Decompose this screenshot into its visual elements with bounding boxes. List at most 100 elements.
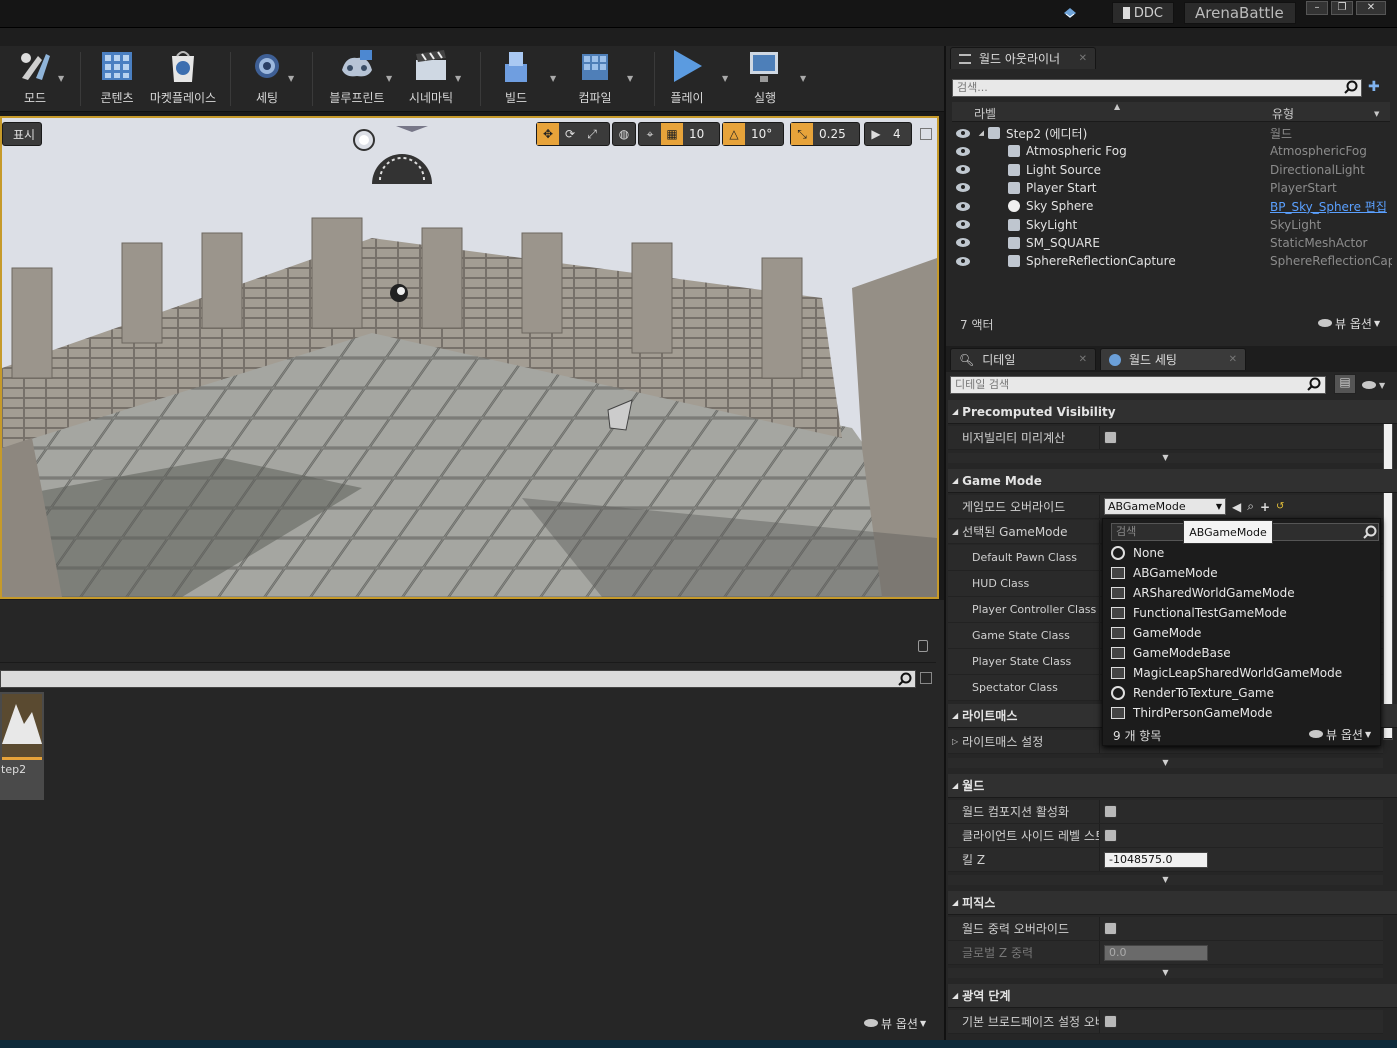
toolbar-blueprint-button[interactable]: 블루프린트 [322, 46, 392, 112]
toolbar-launch-button[interactable]: 실행 [740, 46, 790, 112]
prop-lightmass-settings-label[interactable]: ▷ 라이트매스 설정 [948, 730, 1100, 753]
details-view-options-icon[interactable]: ▼ [1362, 380, 1392, 390]
browse-icon[interactable]: ⌕ [1247, 499, 1254, 514]
chevron-down-icon[interactable]: ▼ [1374, 110, 1379, 118]
search-icon[interactable] [898, 672, 912, 686]
prop-selected-gamemode-label[interactable]: ◢ 선택된 GameMode [948, 520, 1100, 543]
details-scrollbar[interactable] [1383, 400, 1393, 740]
details-search-input[interactable]: 디테일 검색 [950, 376, 1326, 394]
visibility-eye-icon[interactable] [956, 183, 970, 193]
picker-item[interactable]: ARSharedWorldGameMode [1111, 583, 1376, 603]
category-physics[interactable]: ◢ 피직스 [948, 891, 1397, 915]
toolbar-cinematics-button[interactable]: 시네마틱 [400, 46, 462, 112]
reset-icon[interactable]: ↺ [1276, 501, 1284, 512]
broadphase-override-checkbox[interactable] [1104, 1015, 1117, 1028]
visibility-eye-icon[interactable] [956, 165, 970, 175]
notification-icon[interactable] [1062, 5, 1078, 21]
advanced-expander[interactable]: ▼ [948, 758, 1383, 768]
chevron-down-icon[interactable]: ▼ [722, 74, 732, 84]
toolbar-build-button[interactable]: 빌드 [490, 46, 542, 112]
rotate-icon[interactable]: ⟳ [559, 123, 581, 145]
world-local-toggle[interactable]: ◍ [612, 122, 636, 146]
lock-icon[interactable] [918, 640, 928, 652]
scrollbar-thumb[interactable] [1384, 402, 1392, 738]
advanced-expander[interactable]: ▼ [948, 453, 1383, 463]
picker-item[interactable]: RenderToTexture_Game [1111, 683, 1376, 703]
visibility-eye-icon[interactable] [956, 146, 970, 156]
close-icon[interactable]: ✕ [1079, 53, 1087, 64]
maximize-button[interactable]: ❐ [1331, 1, 1353, 15]
toolbar-compile-button[interactable]: 컴파일 [566, 46, 624, 112]
sort-icon[interactable]: ▲ [1114, 102, 1120, 111]
grid-snap-icon[interactable]: ▦ [661, 123, 683, 145]
rotation-snap-icon[interactable]: △ [723, 123, 745, 145]
outliner-row[interactable]: SkyLight SkyLight [952, 216, 1392, 234]
world-composition-checkbox[interactable] [1104, 805, 1117, 818]
grid-snap-value[interactable]: 10 [683, 127, 710, 141]
chevron-down-icon[interactable]: ▼ [550, 74, 560, 84]
rotation-snap-value[interactable]: 10° [745, 127, 778, 141]
visibility-eye-icon[interactable] [956, 201, 970, 211]
outliner-row[interactable]: Player Start PlayerStart [952, 179, 1392, 197]
picker-item[interactable]: GameModeBase [1111, 643, 1376, 663]
picker-view-options-button[interactable]: 뷰 옵션 ▼ [1309, 727, 1379, 742]
category-precomputed-visibility[interactable]: ◢ Precomputed Visibility [948, 400, 1397, 424]
toolbar-content-button[interactable]: 콘텐츠 [90, 46, 144, 112]
tab-details[interactable]: 🔍︎ 디테일 ✕ [950, 348, 1096, 370]
category-game-mode[interactable]: ◢ Game Mode [948, 469, 1397, 493]
outliner-row[interactable]: Sky Sphere BP_Sky_Sphere 편집 [952, 197, 1392, 215]
chevron-down-icon[interactable]: ▼ [800, 74, 810, 84]
outliner-row[interactable]: Atmospheric Fog AtmosphericFog [952, 142, 1392, 160]
picker-item[interactable]: MagicLeapSharedWorldGameMode [1111, 663, 1376, 683]
outliner-row-type-link[interactable]: BP_Sky_Sphere 편집 [1270, 198, 1392, 215]
close-button[interactable]: ✕ [1356, 1, 1386, 15]
picker-item[interactable]: FunctionalTestGameMode [1111, 603, 1376, 623]
close-icon[interactable]: ✕ [1079, 354, 1087, 365]
picker-item[interactable]: ABGameMode [1111, 563, 1376, 583]
outliner-view-options-button[interactable]: 뷰 옵션 ▼ [1318, 316, 1388, 331]
visibility-eye-icon[interactable] [956, 128, 970, 138]
chevron-down-icon[interactable]: ▼ [58, 74, 68, 84]
advanced-expander[interactable]: ▼ [948, 875, 1383, 885]
content-view-options-button[interactable]: 뷰 옵션 ▼ [864, 1016, 934, 1031]
col-label-header[interactable]: 라벨 [974, 105, 996, 122]
content-search-input[interactable] [0, 670, 916, 688]
chevron-down-icon[interactable]: ▼ [455, 74, 465, 84]
outliner-row[interactable]: SphereReflectionCapture SphereReflectionC… [952, 252, 1392, 270]
tab-world-settings[interactable]: 월드 세팅 ✕ [1100, 348, 1246, 370]
save-search-icon[interactable] [920, 672, 932, 684]
move-icon[interactable]: ✥ [537, 123, 559, 145]
category-world[interactable]: ◢ 월드 [948, 774, 1397, 798]
toolbar-marketplace-button[interactable]: 마켓플레이스 [146, 46, 220, 112]
client-side-level-checkbox[interactable] [1104, 829, 1117, 842]
picker-item[interactable]: ThirdPersonGameMode [1111, 703, 1376, 723]
outliner-search-input[interactable]: 검색... [952, 79, 1362, 97]
minimize-button[interactable]: – [1306, 1, 1328, 15]
property-matrix-icon[interactable]: ▤ [1334, 374, 1356, 394]
add-actor-icon[interactable]: ✚ [1368, 79, 1384, 95]
asset-tile[interactable]: tep2 [0, 692, 44, 800]
scale-snap-icon[interactable]: ⤡ [791, 123, 813, 145]
scale-icon[interactable]: ⤢ [581, 123, 603, 145]
add-icon[interactable]: + [1260, 500, 1270, 514]
viewport-options-button[interactable]: 표시 [2, 122, 42, 146]
outliner-row[interactable]: ◢ Step2 (에디터) 월드 [952, 124, 1392, 142]
visibility-eye-icon[interactable] [956, 220, 970, 229]
advanced-expander[interactable]: ▼ [948, 968, 1383, 978]
visibility-eye-icon[interactable] [956, 238, 970, 248]
surface-snap-icon[interactable]: ⌖ [639, 123, 661, 145]
use-selected-icon[interactable]: ◀ [1232, 500, 1241, 514]
gamemode-override-combo[interactable]: ABGameMode ▼ [1104, 498, 1226, 515]
tab-world-outliner[interactable]: 월드 아웃라이너 ✕ [950, 47, 1096, 69]
ddc-button[interactable]: DDC [1112, 2, 1174, 24]
scale-snap-value[interactable]: 0.25 [813, 127, 852, 141]
level-viewport[interactable]: 표시 ✥ ⟳ ⤢ ◍ ⌖ ▦ 10 △ 10° ⤡ 0.25 ▶ 4 [0, 116, 939, 599]
col-type-header[interactable]: 유형 [1272, 105, 1294, 122]
maximize-viewport-icon[interactable] [920, 128, 932, 140]
chevron-down-icon[interactable]: ▼ [627, 74, 637, 84]
category-broadphase[interactable]: ◢ 광역 단계 [948, 984, 1397, 1008]
chevron-down-icon[interactable]: ▼ [288, 74, 298, 84]
toolbar-play-button[interactable]: 플레이 [662, 46, 712, 112]
toolbar-modes-button[interactable]: 모드 [4, 46, 66, 112]
search-icon[interactable] [1344, 80, 1358, 94]
